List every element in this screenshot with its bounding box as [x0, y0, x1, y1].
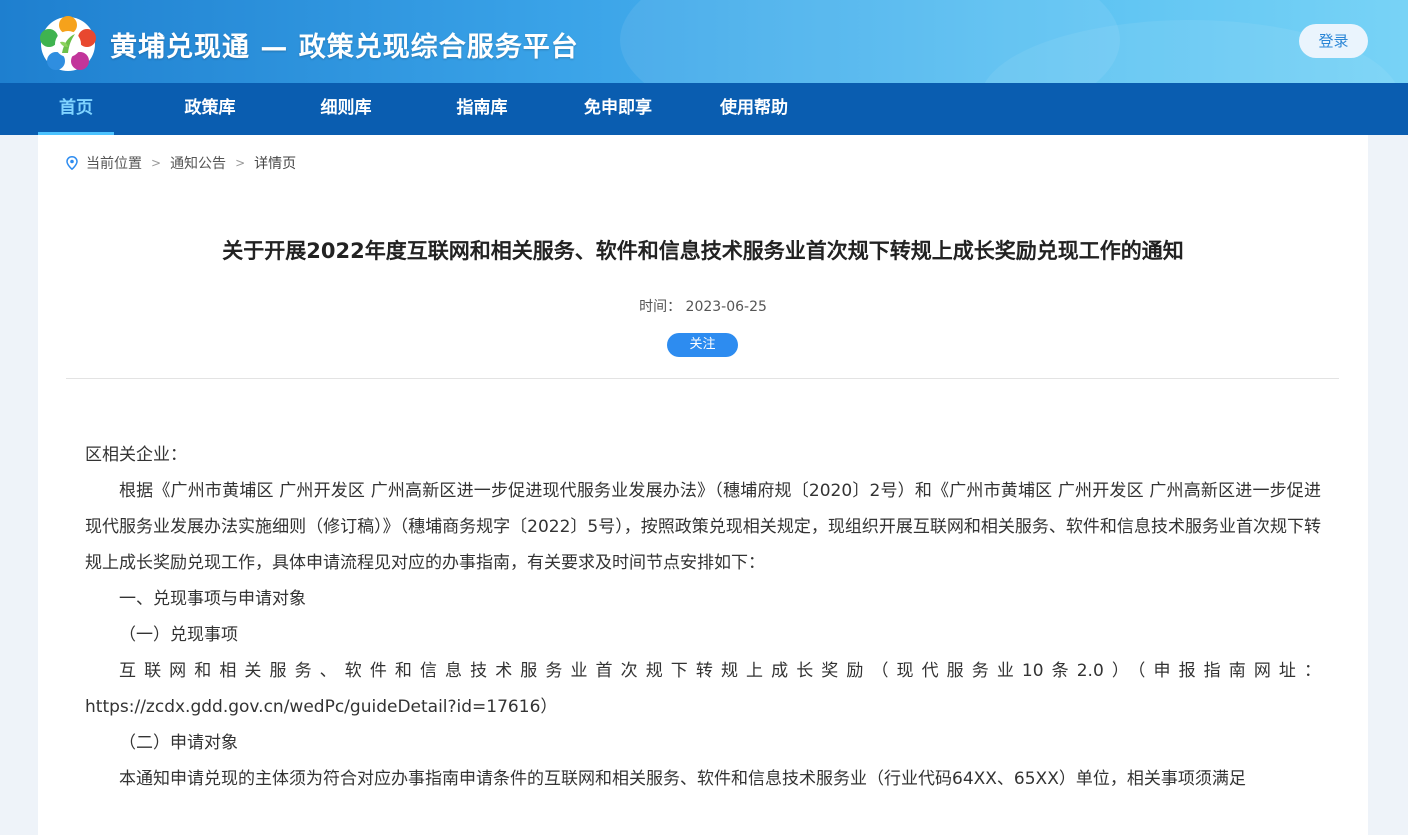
breadcrumb: 当前位置 > 通知公告 > 详情页 [66, 153, 296, 173]
site-title: 黄埔兑现通 — 政策兑现综合服务平台 [110, 32, 579, 63]
follow-button[interactable]: 关注 [667, 333, 738, 357]
breadcrumb-current: 详情页 [254, 156, 297, 172]
subsection-heading: （二）申请对象 [119, 733, 238, 753]
location-pin-icon [66, 156, 78, 170]
nav-item-guide-library[interactable]: 指南库 [446, 83, 518, 135]
body-paragraph: 区相关企业： [85, 445, 187, 465]
main-nav: 首页 政策库 细则库 指南库 免申即享 使用帮助 [0, 83, 1408, 135]
breadcrumb-prefix: 当前位置 [86, 156, 142, 172]
flower-logo-icon[interactable] [38, 15, 98, 73]
time-value: 2023-06-25 [685, 299, 767, 315]
article-card: 当前位置 > 通知公告 > 详情页 关于开展2022年度互联网和相关服务、软件和… [38, 135, 1368, 835]
body-paragraph: 根据《广州市黄埔区 广州开发区 广州高新区进一步促进现代服务业发展办法》（穗埔府… [85, 481, 1321, 573]
body-paragraph: 本通知申请兑现的主体须为符合对应办事指南申请条件的互联网和相关服务、软件和信息技… [119, 769, 1246, 789]
breadcrumb-separator: > [151, 156, 162, 170]
section-heading: 一、兑现事项与申请对象 [119, 589, 306, 609]
nav-item-no-application[interactable]: 免申即享 [574, 83, 662, 135]
guide-url-link[interactable]: https://zcdx.gdd.gov.cn/wedPc/guideDetai… [85, 689, 1321, 725]
divider [66, 378, 1339, 379]
article-time: 时间： 2023-06-25 [38, 296, 1368, 316]
body-paragraph: 互联网和相关服务、软件和信息技术服务业首次规下转规上成长奖励（现代服务业10条2… [119, 661, 1321, 681]
site-header: 黄埔兑现通 — 政策兑现综合服务平台 登录 [0, 0, 1408, 83]
nav-item-help[interactable]: 使用帮助 [710, 83, 798, 135]
breadcrumb-link-notices[interactable]: 通知公告 [170, 153, 226, 173]
breadcrumb-separator: > [235, 156, 246, 170]
login-button[interactable]: 登录 [1299, 24, 1368, 58]
nav-item-policy-library[interactable]: 政策库 [174, 83, 246, 135]
nav-item-rules-library[interactable]: 细则库 [310, 83, 382, 135]
article-title: 关于开展2022年度互联网和相关服务、软件和信息技术服务业首次规下转规上成长奖励… [222, 239, 1184, 263]
nav-item-home[interactable]: 首页 [38, 83, 114, 135]
article-body: 区相关企业： 根据《广州市黄埔区 广州开发区 广州高新区进一步促进现代服务业发展… [85, 437, 1321, 797]
subsection-heading: （一）兑现事项 [119, 625, 238, 645]
time-label: 时间： [639, 299, 682, 315]
